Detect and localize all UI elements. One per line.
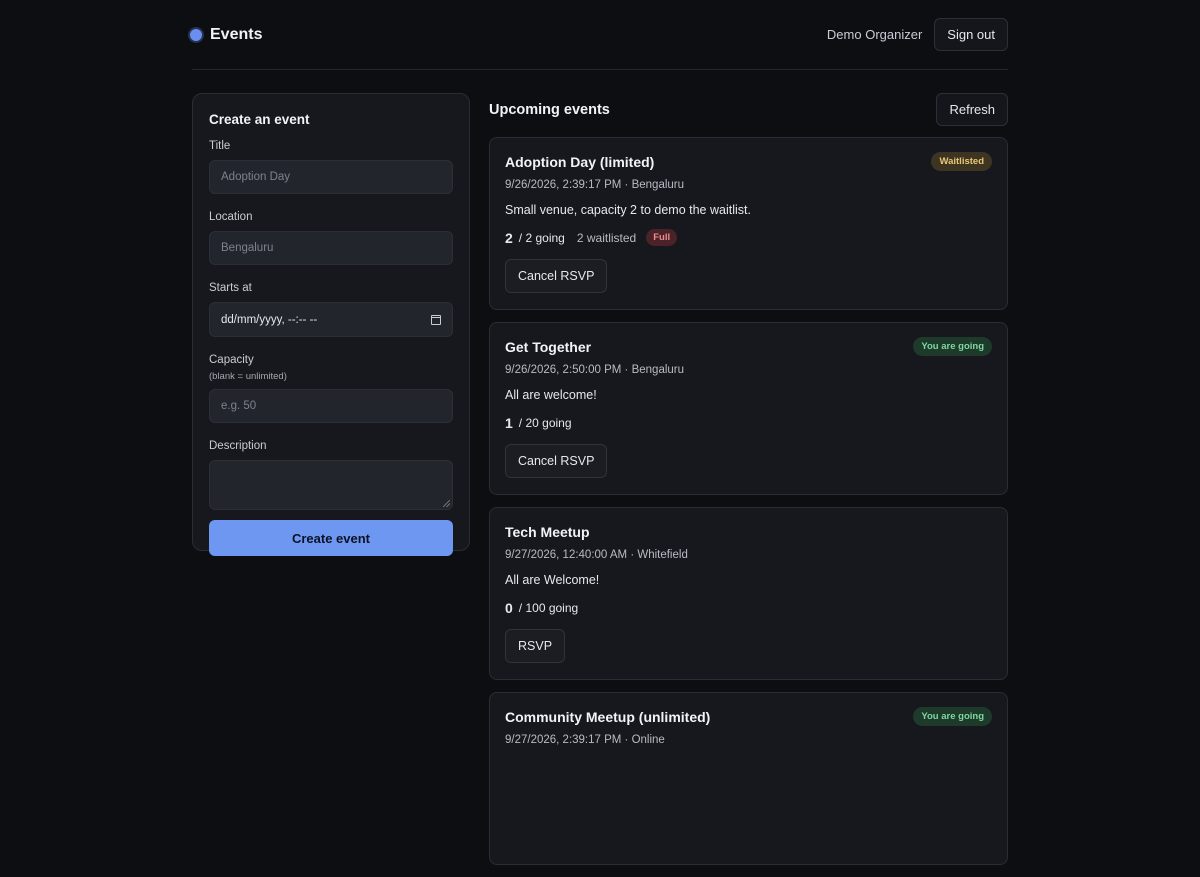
going-count: 2 [505, 229, 513, 246]
event-stats: 1 / 20 going [505, 414, 992, 431]
cancel-rsvp-button[interactable]: Cancel RSVP [505, 259, 608, 293]
app-root: Events Demo Organizer Sign out Create an… [190, 0, 1008, 865]
rsvp-button[interactable]: RSVP [505, 629, 566, 663]
starts-at-label: Starts at [209, 282, 252, 294]
event-meta: 9/26/2026, 2:50:00 PM · Bengaluru [505, 364, 685, 376]
resize-handle-icon[interactable] [443, 500, 450, 507]
brand: Events [190, 25, 263, 44]
event-card: Adoption Day (limited) Waitlisted 9/26/2… [489, 137, 1008, 310]
app-title: Events [210, 25, 263, 43]
events-title: Upcoming events [489, 101, 610, 118]
event-meta: 9/27/2026, 2:39:17 PM · Online [505, 734, 665, 746]
capacity-input[interactable] [209, 389, 453, 423]
create-event-form: Create an event Title Location Starts at… [192, 93, 470, 556]
status-badge-going: You are going [913, 337, 992, 356]
going-suffix: / 20 going [518, 415, 572, 430]
event-description: Small venue, capacity 2 to demo the wait… [505, 203, 751, 217]
event-description: All are welcome! [505, 388, 597, 402]
top-bar: Events Demo Organizer Sign out [190, 0, 1008, 70]
event-meta: 9/27/2026, 12:40:00 AM · Whitefield [505, 549, 688, 561]
event-title: Tech Meetup [505, 524, 590, 540]
event-card: Get Together You are going 9/26/2026, 2:… [489, 322, 1008, 495]
waitlisted-count: 2 waitlisted [576, 230, 637, 245]
location-input[interactable] [209, 231, 453, 265]
going-suffix: / 100 going [518, 600, 579, 615]
create-event-button[interactable]: Create event [209, 520, 453, 556]
refresh-button[interactable]: Refresh [936, 93, 1008, 126]
going-count: 0 [505, 599, 513, 616]
user-name: Demo Organizer [826, 27, 923, 42]
event-description: All are Welcome! [505, 573, 600, 587]
brand-dot-icon [190, 28, 202, 41]
sign-out-button[interactable]: Sign out [934, 18, 1008, 51]
description-textarea[interactable] [209, 460, 453, 510]
calendar-icon[interactable] [431, 314, 441, 325]
location-label: Location [209, 211, 253, 223]
title-input[interactable] [209, 160, 453, 194]
starts-at-placeholder: dd/mm/yyyy, --:-- -- [221, 313, 318, 326]
form-heading: Create an event [209, 112, 310, 127]
events-panel: Upcoming events Refresh Adoption Day (li… [489, 93, 1008, 877]
event-card: Tech Meetup 9/27/2026, 12:40:00 AM · Whi… [489, 507, 1008, 680]
event-meta: 9/26/2026, 2:39:17 PM · Bengaluru [505, 179, 685, 191]
full-badge: Full [646, 229, 678, 246]
event-card: Community Meetup (unlimited) You are goi… [489, 692, 1008, 865]
event-stats: 2 / 2 going 2 waitlisted Full [505, 229, 992, 246]
events-header: Upcoming events Refresh [489, 93, 1008, 126]
going-suffix: / 2 going [518, 230, 565, 245]
going-count: 1 [505, 414, 513, 431]
status-badge-going: You are going [913, 707, 992, 726]
capacity-label: Capacity [209, 354, 254, 366]
user-area: Demo Organizer Sign out [827, 18, 1008, 51]
status-badge-waitlisted: Waitlisted [931, 152, 992, 171]
cancel-rsvp-button[interactable]: Cancel RSVP [505, 444, 608, 478]
description-label: Description [209, 440, 267, 452]
starts-at-input[interactable]: dd/mm/yyyy, --:-- -- [209, 302, 453, 337]
event-stats: 0 / 100 going [505, 599, 992, 616]
title-label: Title [209, 140, 231, 152]
event-title: Adoption Day (limited) [505, 154, 655, 170]
capacity-hint: (blank = unlimited) [209, 371, 287, 382]
